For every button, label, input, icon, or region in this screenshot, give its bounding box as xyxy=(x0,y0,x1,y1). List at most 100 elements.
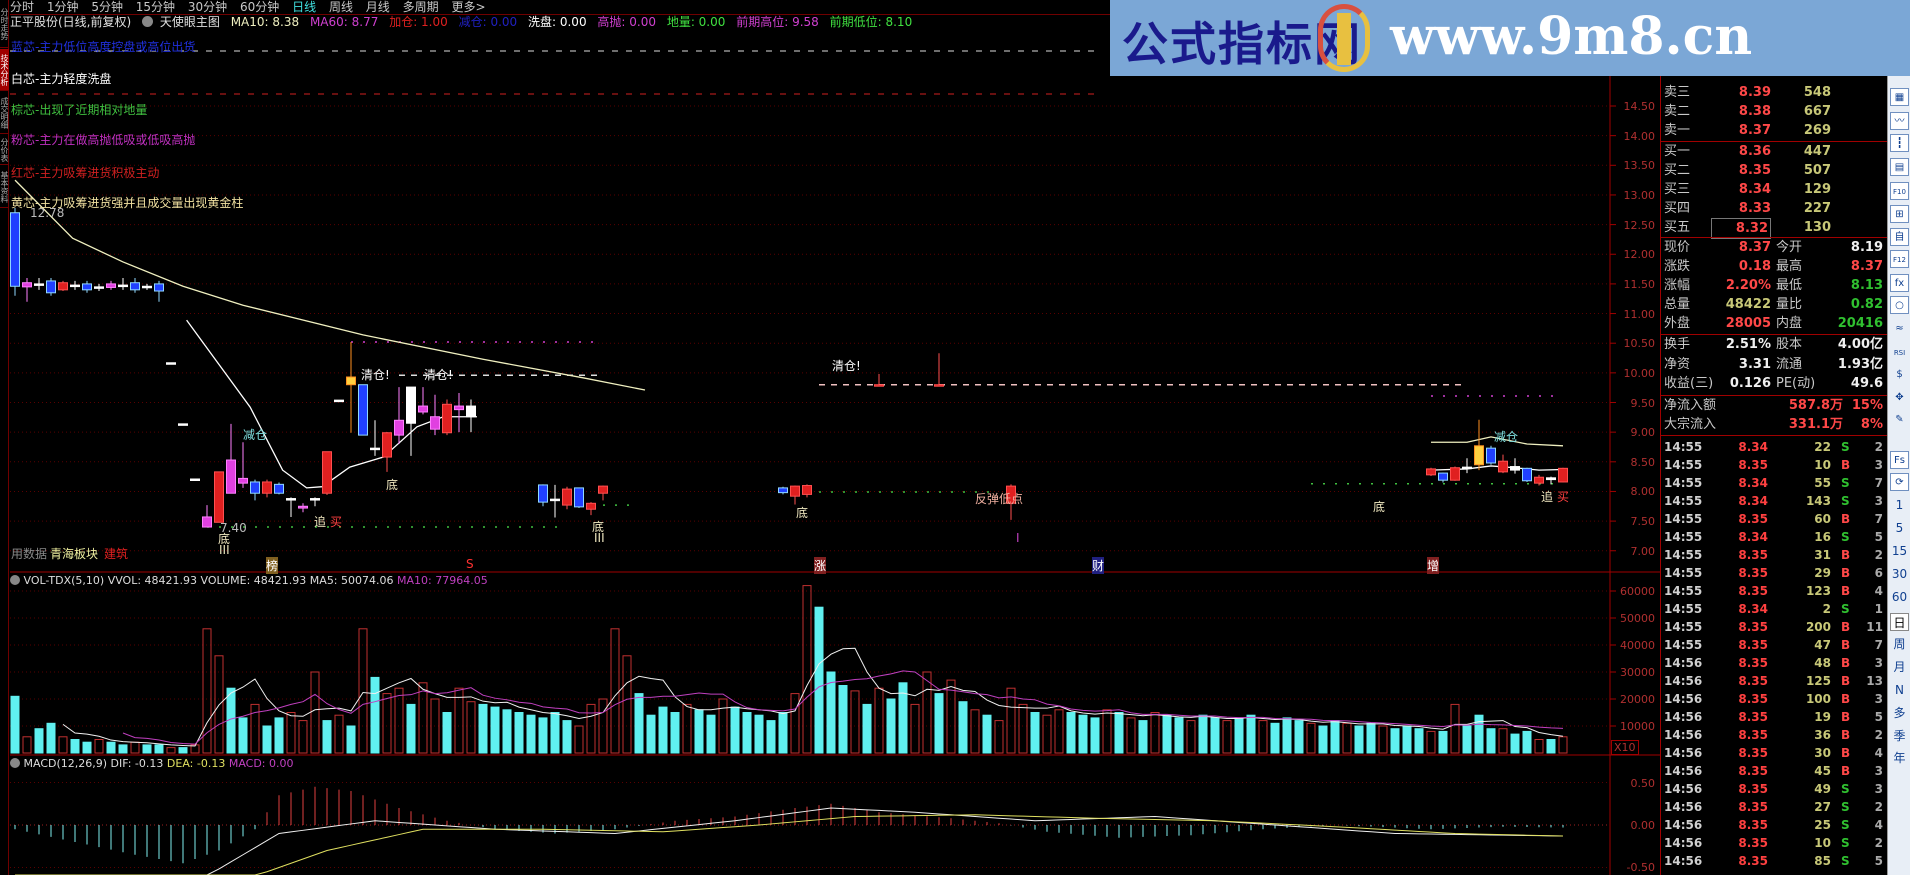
volume-bar xyxy=(1366,722,1376,754)
tool-line-chart-icon[interactable]: 〰 xyxy=(1890,112,1909,130)
menu-item-60min[interactable]: 60分钟 xyxy=(240,0,279,14)
event-zeng[interactable]: 增 xyxy=(1427,557,1440,574)
tool-wave-icon[interactable]: ≈ xyxy=(1890,320,1909,338)
bid-volume: 447 xyxy=(1803,144,1831,159)
signal-roman-1: I xyxy=(1016,531,1020,545)
tab-intraday[interactable]: 分时走势 xyxy=(0,0,9,48)
tick-price: 8.35 xyxy=(1738,782,1768,796)
tick-row: 14:56 8.35 25 S 4 xyxy=(1661,816,1888,834)
candle-body xyxy=(346,376,356,386)
tool-pencil-icon[interactable]: ✎ xyxy=(1890,411,1909,429)
tool---icon[interactable]: $ xyxy=(1890,366,1909,384)
tool-grid-table-icon[interactable]: ▦ xyxy=(1890,88,1909,106)
menu-item-15min[interactable]: 15分钟 xyxy=(136,0,175,14)
period-button-8[interactable]: 月 xyxy=(1890,658,1909,676)
volume-bar xyxy=(670,712,680,754)
ask-price: 8.38 xyxy=(1738,104,1771,119)
menu-item-30min[interactable]: 30分钟 xyxy=(188,0,227,14)
candle-body xyxy=(298,505,308,509)
period-button-7[interactable]: 周 xyxy=(1890,635,1909,653)
menu-item-weekly[interactable]: 周线 xyxy=(329,0,353,14)
period-button-6[interactable]: 日 xyxy=(1890,613,1909,631)
tool-fx-icon[interactable]: fx xyxy=(1890,274,1909,292)
tool-report-icon[interactable]: ▤ xyxy=(1890,158,1909,176)
event-s[interactable]: S xyxy=(466,557,474,571)
menu-item-1min[interactable]: 1分钟 xyxy=(47,0,79,14)
tool-f10-icon[interactable]: F10 xyxy=(1890,182,1909,200)
indicator-name[interactable]: 天使眼主图 xyxy=(160,15,220,29)
menu-item-daily[interactable]: 日线 xyxy=(292,0,316,14)
tick-count: 4 xyxy=(1874,818,1883,832)
volume-dropdown-icon[interactable] xyxy=(10,575,20,585)
event-cai[interactable]: 财 xyxy=(1092,557,1105,574)
tool---icon[interactable]: 自 xyxy=(1890,228,1909,246)
candle-body xyxy=(466,405,476,418)
ask-price: 8.37 xyxy=(1738,123,1771,138)
tool-rsi-icon[interactable]: RSI xyxy=(1890,344,1909,362)
sector-label[interactable]: 青海板块 xyxy=(50,545,98,562)
period-button-11[interactable]: 季 xyxy=(1890,727,1909,745)
volume-bar xyxy=(1102,709,1112,754)
tool-refresh-icon[interactable]: ⟳ xyxy=(1890,473,1909,491)
candle-body xyxy=(262,481,272,494)
volume-bar xyxy=(1222,720,1232,754)
event-bang[interactable]: 榜 xyxy=(266,557,279,574)
volume-bar xyxy=(1426,730,1436,754)
tab-trade-details[interactable]: 成交明细 xyxy=(0,92,9,134)
volume-bar xyxy=(34,728,44,754)
industry-label[interactable]: 建筑 xyxy=(104,545,128,562)
tick-volume: 10 xyxy=(1814,458,1831,472)
fund-value: 4.00亿 xyxy=(1837,337,1883,352)
volume-bar xyxy=(1294,720,1304,754)
stock-title: 正平股份(日线,前复权) xyxy=(10,15,132,29)
price-axis-label: 9.50 xyxy=(1630,396,1656,410)
macd-indicator-name[interactable]: MACD(12,26,9) xyxy=(24,757,108,770)
tool-move-icon[interactable]: ✥ xyxy=(1890,389,1909,407)
tick-volume: 27 xyxy=(1814,800,1831,814)
menu-item-intraday[interactable]: 分时 xyxy=(10,0,34,14)
event-zhang[interactable]: 涨 xyxy=(814,557,827,574)
tick-volume: 60 xyxy=(1814,512,1831,526)
tick-row: 14:56 8.35 48 B 3 xyxy=(1661,654,1888,672)
ask-row: 卖一 8.37 269 xyxy=(1661,121,1888,140)
volume-bar xyxy=(1270,722,1280,754)
tick-count: 5 xyxy=(1874,710,1883,724)
tool-fs-icon[interactable]: Fs xyxy=(1890,451,1909,469)
price-axis-label: 13.50 xyxy=(1623,159,1656,173)
menu-item-5min[interactable]: 5分钟 xyxy=(91,0,123,14)
period-button-3[interactable]: 15 xyxy=(1890,542,1909,560)
period-button-2[interactable]: 5 xyxy=(1890,519,1909,537)
ask-price: 8.39 xyxy=(1738,85,1771,100)
tool-f12-icon[interactable]: F12 xyxy=(1890,250,1909,268)
period-button-4[interactable]: 30 xyxy=(1890,565,1909,583)
tab-fundamentals[interactable]: 基本资料 xyxy=(0,166,9,208)
menu-item-more[interactable]: 更多> xyxy=(451,0,485,14)
candle-body xyxy=(934,384,944,387)
macd-dropdown-icon[interactable] xyxy=(10,758,20,768)
tick-price: 8.35 xyxy=(1738,764,1768,778)
tool-o-icon[interactable]: ○ xyxy=(1890,296,1909,314)
period-button-5[interactable]: 60 xyxy=(1890,588,1909,606)
tab-price-table[interactable]: 分价表 xyxy=(0,135,9,165)
period-button-12[interactable]: 年 xyxy=(1890,749,1909,767)
period-button-1[interactable]: 1 xyxy=(1890,496,1909,514)
period-button-9[interactable]: N xyxy=(1890,681,1909,699)
indicator-dropdown-icon[interactable] xyxy=(142,16,154,27)
volume-bar xyxy=(1126,717,1136,754)
price-axis-label: 12.00 xyxy=(1623,248,1656,262)
tool-candles-icon[interactable]: ┇ xyxy=(1890,134,1909,152)
volume-bar xyxy=(1066,712,1076,754)
tick-time: 14:56 xyxy=(1664,818,1703,832)
tab-technical-analysis[interactable]: 技术分析 xyxy=(0,49,9,91)
candle-body xyxy=(202,516,212,528)
menu-item-multi-period[interactable]: 多周期 xyxy=(403,0,439,14)
tick-price: 8.35 xyxy=(1738,728,1768,742)
stat-value: 48422 xyxy=(1725,297,1771,312)
legend-white: 白芯-主力轻度洗盘 xyxy=(11,72,112,86)
tool-tree-icon[interactable]: ⊞ xyxy=(1890,205,1909,223)
menu-item-monthly[interactable]: 月线 xyxy=(366,0,390,14)
flow-label: 大宗流入 xyxy=(1664,417,1717,432)
volume-indicator-name[interactable]: VOL-TDX(5,10) xyxy=(24,574,105,587)
volume-bar xyxy=(1522,730,1532,754)
period-button-10[interactable]: 多 xyxy=(1890,704,1909,722)
